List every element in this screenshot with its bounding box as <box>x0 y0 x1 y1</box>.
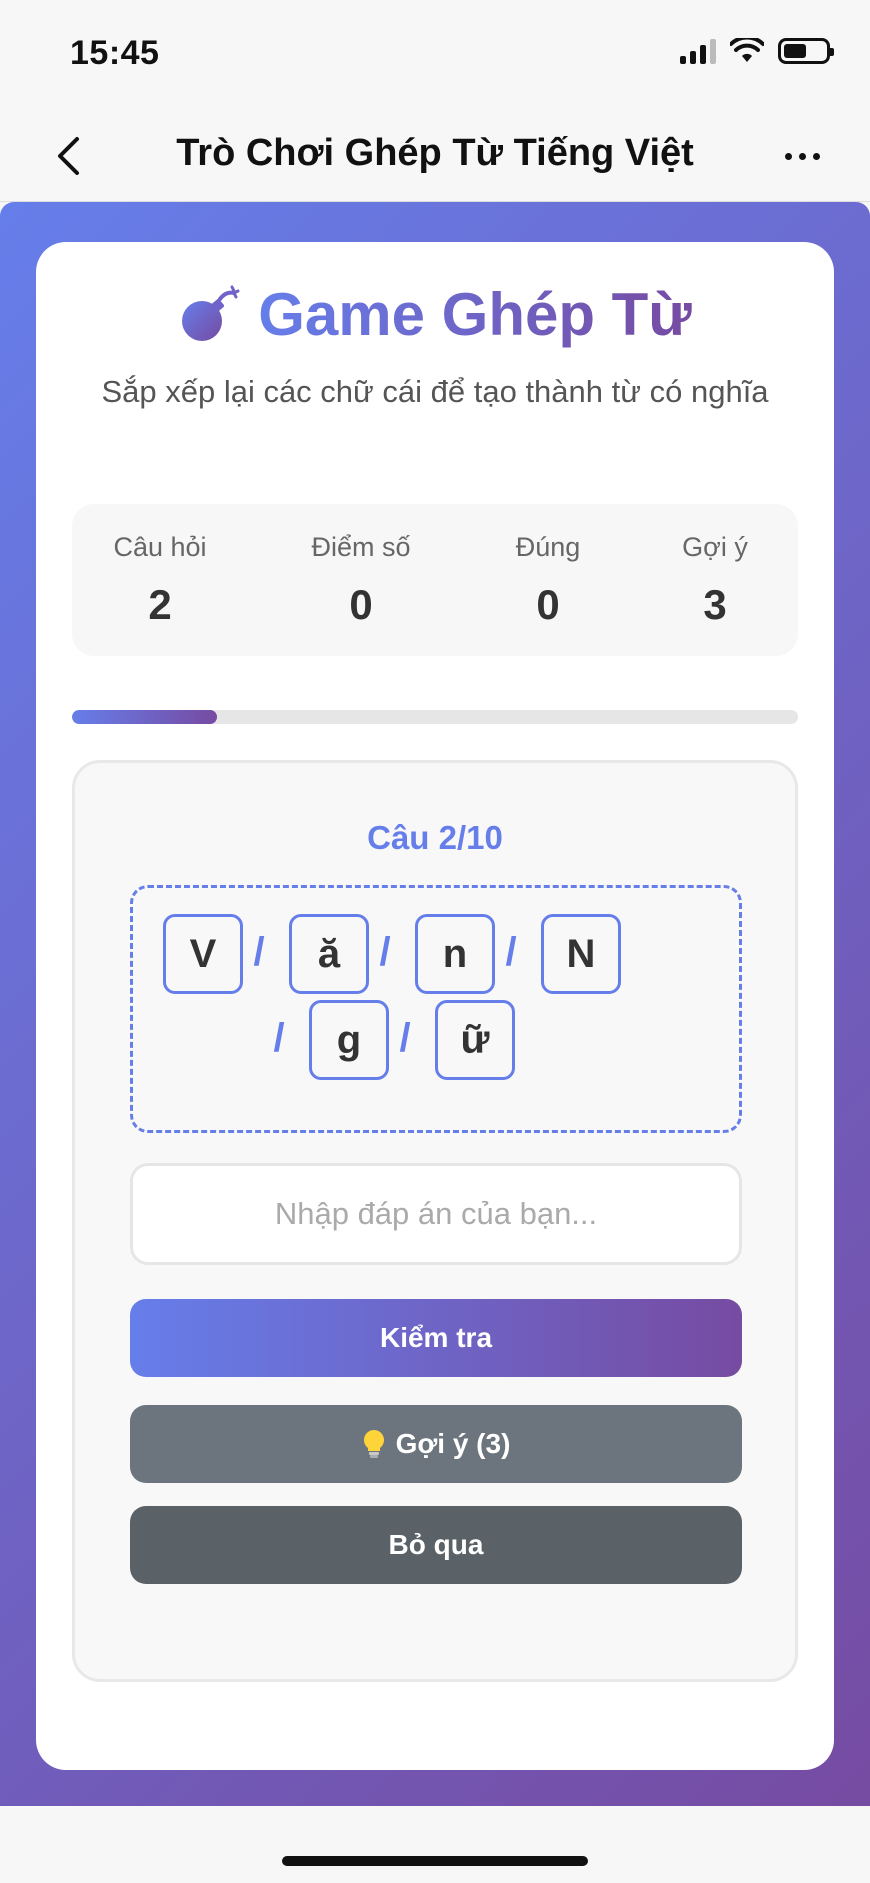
question-counter: Câu 2/10 <box>367 819 503 856</box>
title-row: Game Ghép Từ <box>36 280 834 349</box>
letter-tile[interactable]: g <box>309 1000 389 1080</box>
game-title: Game Ghép Từ <box>258 281 692 348</box>
cellular-signal-icon <box>680 38 716 64</box>
stat-correct: Đúng 0 <box>468 532 628 629</box>
stat-label: Gợi ý <box>682 532 748 562</box>
letter-separator: / <box>253 930 265 974</box>
status-icons <box>680 38 834 64</box>
nav-bar: Trò Chơi Ghép Từ Tiếng Việt <box>0 110 870 202</box>
stat-value: 2 <box>148 581 172 628</box>
wifi-icon <box>730 38 764 62</box>
game-panel: Câu 2/10 V / ă / n / N / g / ữ Kiểm tra <box>72 760 798 1682</box>
more-button[interactable] <box>774 134 830 178</box>
nav-title: Trò Chơi Ghép Từ Tiếng Việt <box>176 132 694 174</box>
letter-separator: / <box>273 1016 285 1060</box>
stat-value: 3 <box>703 581 727 628</box>
letter-separator: / <box>399 1016 411 1060</box>
bomb-icon <box>182 285 240 341</box>
letter-tile[interactable]: ă <box>289 914 369 994</box>
more-dot <box>784 152 792 160</box>
game-card: Game Ghép Từ Sắp xếp lại các chữ cái để … <box>36 242 834 1770</box>
more-dot <box>798 152 806 160</box>
progress-fill <box>72 710 218 724</box>
scrambled-letters-box: V / ă / n / N / g / ữ <box>130 885 742 1133</box>
stat-value: 0 <box>536 581 560 628</box>
game-subtitle: Sắp xếp lại các chữ cái để tạo thành từ … <box>101 374 769 409</box>
hint-button[interactable]: Gợi ý (3) <box>130 1405 742 1483</box>
status-bar: 15:45 <box>0 0 870 110</box>
hint-label: Gợi ý (3) <box>395 1428 511 1459</box>
letter-tile[interactable]: ữ <box>435 1000 515 1080</box>
more-dot <box>812 152 820 160</box>
stat-label: Đúng <box>515 532 581 562</box>
stat-questions: Câu hỏi 2 <box>80 532 240 629</box>
stat-value: 0 <box>349 581 373 628</box>
lightbulb-icon <box>363 1430 384 1458</box>
status-time: 15:45 <box>70 34 160 72</box>
letter-separator: / <box>505 930 517 974</box>
stat-hints: Gợi ý 3 <box>635 532 795 629</box>
skip-label: Bỏ qua <box>388 1529 484 1560</box>
progress-bar <box>72 710 798 724</box>
stat-label: Câu hỏi <box>113 532 207 562</box>
answer-input[interactable] <box>130 1163 742 1265</box>
skip-button[interactable]: Bỏ qua <box>130 1506 742 1584</box>
stats-panel: Câu hỏi 2 Điểm số 0 Đúng 0 Gợi ý 3 <box>72 504 798 656</box>
letter-tile[interactable]: V <box>163 914 243 994</box>
stat-label: Điểm số <box>311 532 411 562</box>
letter-tile[interactable]: N <box>541 914 621 994</box>
check-label: Kiểm tra <box>379 1322 493 1353</box>
letter-tile[interactable]: n <box>415 914 495 994</box>
letter-separator: / <box>379 930 391 974</box>
check-button[interactable]: Kiểm tra <box>130 1299 742 1377</box>
battery-icon <box>778 38 834 64</box>
stat-score: Điểm số 0 <box>281 532 441 629</box>
home-indicator <box>282 1856 588 1866</box>
